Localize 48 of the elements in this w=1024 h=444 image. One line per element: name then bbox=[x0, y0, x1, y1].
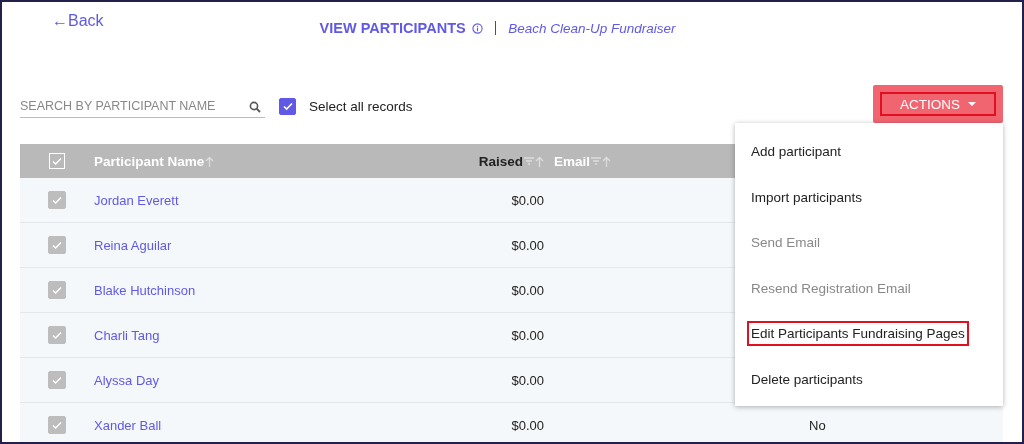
caret-icon bbox=[968, 101, 976, 107]
search-icon bbox=[249, 100, 261, 113]
menu-item[interactable]: Delete participants bbox=[747, 366, 867, 392]
raised-cell-text: $0.00 bbox=[510, 237, 544, 253]
table-cell: No bbox=[809, 417, 826, 433]
raised-cell-text: $0.00 bbox=[510, 192, 544, 208]
participant-link[interactable]: Jordan Everett bbox=[94, 192, 179, 208]
filter-icon[interactable] bbox=[524, 157, 534, 165]
menu-item[interactable]: Import participants bbox=[747, 184, 867, 210]
row-checkbox[interactable] bbox=[48, 371, 66, 389]
sort-arrow-icon[interactable] bbox=[602, 155, 612, 167]
back-link[interactable]: ←Back bbox=[52, 12, 104, 30]
sort-arrow-icon[interactable] bbox=[205, 155, 215, 167]
raised-cell-text: $0.00 bbox=[510, 417, 544, 433]
check-icon bbox=[51, 239, 63, 251]
participant-link[interactable]: Reina Aguilar bbox=[94, 237, 172, 253]
raised-cell-text: $0.00 bbox=[510, 282, 544, 298]
participant-link[interactable]: Xander Ball bbox=[94, 417, 162, 433]
filter-icon[interactable] bbox=[591, 157, 602, 165]
event-name: Beach Clean-Up Fundraiser bbox=[508, 20, 676, 36]
column-header[interactable]: Raised bbox=[439, 153, 544, 169]
info-icon[interactable] bbox=[471, 22, 483, 34]
page-title: VIEW PARTICIPANTS bbox=[319, 20, 466, 36]
select-all-label: Select all records bbox=[309, 98, 413, 114]
row-checkbox[interactable] bbox=[48, 416, 66, 434]
menu-item[interactable]: Add participant bbox=[747, 139, 846, 165]
check-icon bbox=[51, 419, 63, 431]
check-icon bbox=[51, 374, 63, 386]
header-checkbox[interactable] bbox=[49, 153, 65, 169]
check-icon bbox=[51, 155, 63, 167]
participant-link[interactable]: Charli Tang bbox=[94, 327, 160, 343]
raised-cell-text: $0.00 bbox=[510, 372, 544, 388]
actions-button[interactable]: ACTIONS bbox=[873, 85, 1003, 123]
row-checkbox[interactable] bbox=[48, 236, 66, 254]
participant-link[interactable]: Blake Hutchinson bbox=[94, 282, 196, 298]
check-icon bbox=[51, 329, 63, 341]
sort-arrow-icon[interactable] bbox=[535, 155, 544, 167]
row-checkbox[interactable] bbox=[48, 326, 66, 344]
check-icon bbox=[51, 194, 63, 206]
raised-cell-text: $0.00 bbox=[510, 327, 544, 343]
check-icon bbox=[281, 100, 294, 112]
row-checkbox[interactable] bbox=[48, 281, 66, 299]
menu-item[interactable]: Edit Participants Fundraising Pages bbox=[747, 321, 969, 347]
row-checkbox[interactable] bbox=[48, 191, 66, 209]
select-all-checkbox[interactable] bbox=[279, 97, 296, 115]
check-icon bbox=[51, 284, 63, 296]
participant-link[interactable]: Alyssa Day bbox=[94, 372, 160, 388]
search-field[interactable]: SEARCH BY PARTICIPANT NAME bbox=[20, 94, 265, 118]
